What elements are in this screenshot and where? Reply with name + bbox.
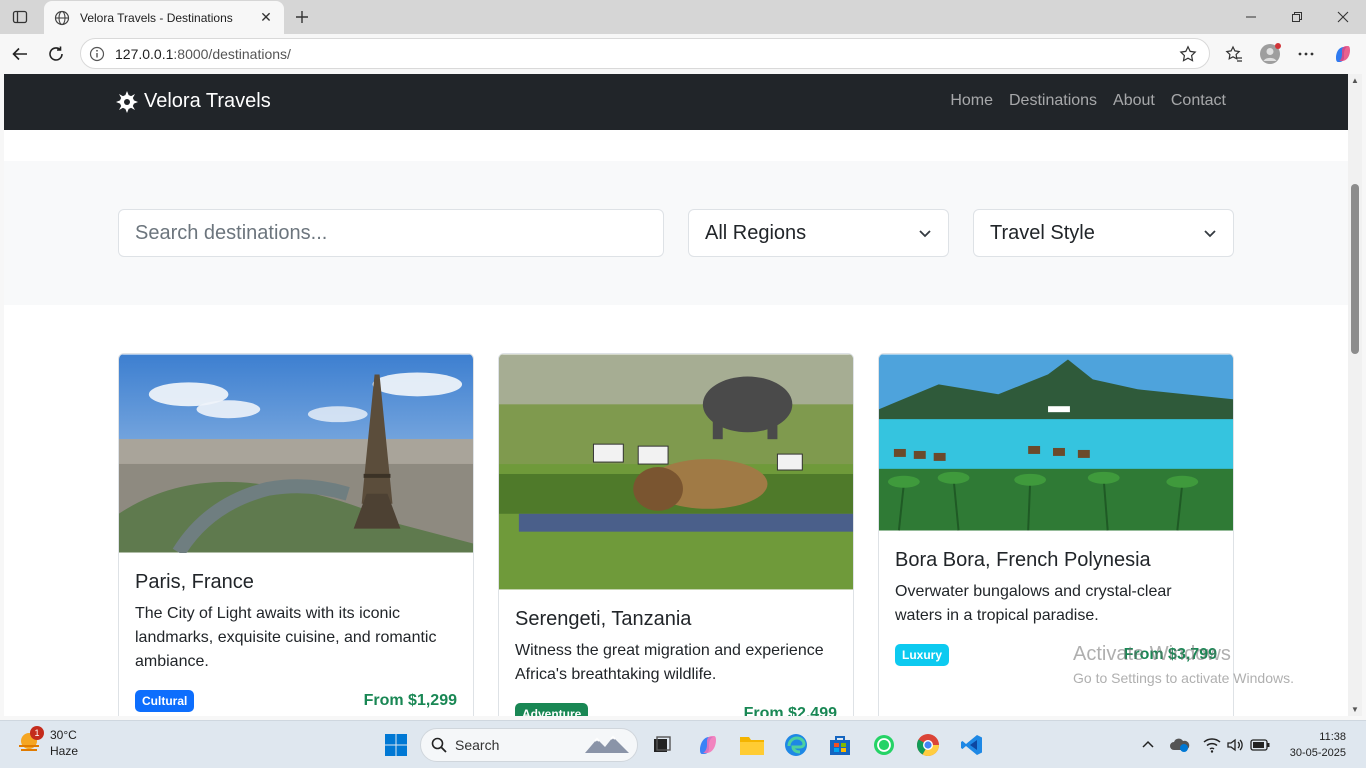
new-tab-icon[interactable] (290, 5, 314, 29)
serengeti-wildlife-image (499, 354, 853, 590)
weather-condition: Haze (50, 744, 79, 758)
onedrive-icon[interactable] (1170, 735, 1190, 755)
page-scrollbar[interactable]: ▲ ▼ (1348, 74, 1362, 716)
destination-title: Serengeti, Tanzania (515, 608, 692, 630)
chevron-down-icon (1203, 226, 1217, 240)
weather-notification-badge: 1 (30, 726, 44, 740)
profile-avatar-icon[interactable] (1258, 42, 1282, 66)
bora-bora-lagoon-image (879, 354, 1233, 531)
travel-style-select[interactable]: Travel Style (973, 209, 1234, 257)
favorite-star-icon[interactable] (1179, 44, 1199, 63)
vscode-icon[interactable] (958, 731, 986, 759)
chrome-icon[interactable] (914, 731, 942, 759)
destination-card[interactable]: Paris, France The City of Light awaits w… (118, 353, 474, 716)
copilot-icon[interactable] (1331, 42, 1355, 66)
reload-icon[interactable] (44, 42, 68, 66)
file-explorer-icon[interactable] (738, 731, 766, 759)
close-window-icon[interactable] (1320, 0, 1366, 34)
clock-date: 30-05-2025 (1289, 747, 1346, 759)
clock-time: 11:38 (1319, 731, 1346, 743)
region-select[interactable]: All Regions (688, 209, 949, 257)
search-icon (431, 737, 447, 753)
windows-start-icon[interactable] (382, 731, 410, 759)
scrollbar-thumb[interactable] (1351, 184, 1359, 354)
region-select-value: All Regions (705, 221, 807, 244)
category-badge: Cultural (135, 690, 195, 712)
nav-home-link[interactable]: Home (950, 92, 993, 110)
destination-title: Bora Bora, French Polynesia (895, 549, 1151, 571)
brand-name: Velora Travels (144, 90, 271, 112)
sidebar-toggle-icon[interactable] (8, 5, 32, 29)
site-navbar: Velora Travels Home Destinations About C… (4, 74, 1348, 130)
weather-temperature: 30°C (50, 728, 77, 742)
scroll-down-icon[interactable]: ▼ (1351, 705, 1359, 714)
more-options-icon[interactable] (1294, 42, 1318, 66)
brand-logo[interactable]: Velora Travels (116, 90, 271, 113)
filter-section: All Regions Travel Style (4, 161, 1348, 305)
url-text: 127.0.0.1:8000/destinations/ (115, 45, 291, 62)
destination-title: Paris, France (135, 571, 254, 593)
favorites-icon[interactable] (1222, 42, 1246, 66)
task-view-icon[interactable] (648, 731, 676, 759)
microsoft-store-icon[interactable] (826, 731, 854, 759)
travel-style-select-value: Travel Style (990, 221, 1095, 244)
wifi-icon[interactable] (1202, 735, 1222, 755)
chevron-down-icon (918, 226, 932, 240)
paris-eiffel-tower-image (119, 354, 473, 553)
search-highlight-icon (585, 735, 629, 753)
back-arrow-icon[interactable] (8, 42, 32, 66)
search-label: Search (455, 737, 500, 753)
restore-icon[interactable] (1274, 0, 1320, 34)
whatsapp-icon[interactable] (870, 731, 898, 759)
destination-description: Overwater bungalows and crystal-clear wa… (895, 583, 1172, 624)
compass-icon (116, 90, 138, 113)
clock[interactable]: 11:38 30-05-2025 (1290, 729, 1346, 761)
minimize-icon[interactable] (1228, 0, 1274, 34)
scroll-up-icon[interactable]: ▲ (1351, 76, 1359, 85)
globe-icon (54, 10, 70, 26)
category-badge: Luxury (895, 644, 950, 666)
edge-browser-icon[interactable] (782, 731, 810, 759)
taskbar-search-box[interactable]: Search (420, 728, 638, 762)
destination-description: Witness the great migration and experien… (515, 642, 824, 683)
site-info-icon[interactable] (89, 46, 105, 62)
destination-description: The City of Light awaits with its iconic… (135, 605, 437, 670)
close-tab-icon[interactable]: ✕ (258, 9, 274, 26)
chevron-up-icon[interactable] (1138, 735, 1158, 755)
nav-destinations-link[interactable]: Destinations (1009, 92, 1097, 110)
weather-widget[interactable]: 1 30°C Haze (16, 726, 79, 759)
price-label: From $1,299 (363, 692, 457, 709)
tab-title: Velora Travels - Destinations (80, 10, 233, 25)
address-toolbar: 127.0.0.1:8000/destinations/ (0, 34, 1366, 74)
battery-icon[interactable] (1250, 735, 1270, 755)
destination-card[interactable]: Serengeti, Tanzania Witness the great mi… (498, 353, 854, 716)
page-viewport: Velora Travels Home Destinations About C… (4, 74, 1348, 716)
volume-icon[interactable] (1225, 735, 1245, 755)
windows-taskbar: 1 30°C Haze Search 11:38 30-05-2025 (0, 720, 1366, 768)
category-badge: Adventure (515, 703, 589, 716)
nav-about-link[interactable]: About (1113, 92, 1155, 110)
url-bar[interactable]: 127.0.0.1:8000/destinations/ (80, 38, 1210, 69)
browser-tab[interactable]: Velora Travels - Destinations ✕ (44, 1, 284, 34)
copilot-app-icon[interactable] (694, 731, 722, 759)
watermark-subtitle: Go to Settings to activate Windows. (1073, 670, 1294, 686)
browser-tab-bar: Velora Travels - Destinations ✕ (0, 0, 1366, 34)
watermark-title: Activate Windows (1073, 643, 1231, 665)
search-destinations-input[interactable] (118, 209, 664, 257)
price-label: From $2,499 (743, 705, 837, 716)
activate-windows-watermark: Activate Windows Go to Settings to activ… (1073, 643, 1294, 686)
nav-contact-link[interactable]: Contact (1171, 92, 1226, 110)
